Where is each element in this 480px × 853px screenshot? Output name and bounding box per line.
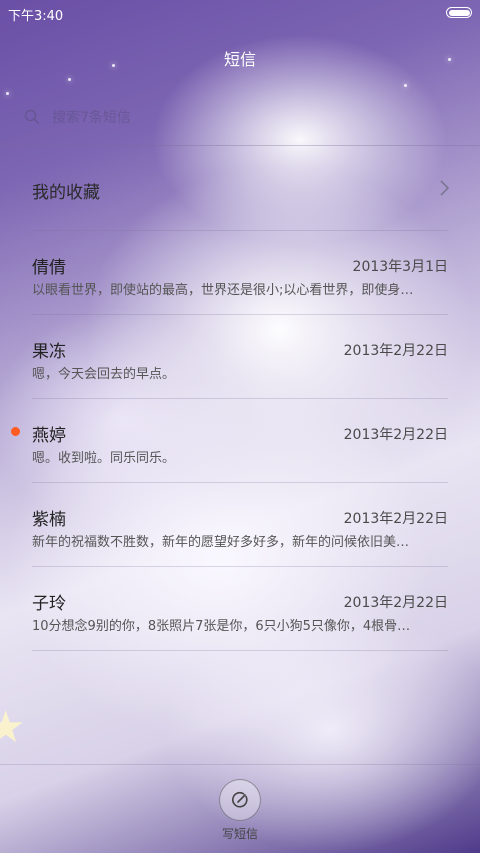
sparkle-decoration bbox=[404, 84, 407, 87]
sparkle-decoration bbox=[68, 78, 71, 81]
conversation-preview: 新年的祝福数不胜数，新年的愿望好多好多，新年的问候依旧美… bbox=[32, 535, 410, 550]
conversation-date: 2013年2月22日 bbox=[343, 511, 448, 527]
unread-indicator bbox=[11, 427, 20, 436]
bottom-divider bbox=[0, 764, 480, 765]
conversation-row[interactable]: 果冻 2013年2月22日 嗯，今天会回去的早点。 bbox=[0, 315, 480, 399]
search-bar[interactable] bbox=[22, 104, 458, 130]
favorites-label: 我的收藏 bbox=[32, 183, 100, 203]
compose-icon bbox=[232, 791, 248, 808]
star-decoration-icon: ★ bbox=[0, 702, 26, 753]
list-divider bbox=[32, 650, 448, 651]
conversation-name: 子玲 bbox=[32, 594, 66, 614]
compose-label: 写短信 bbox=[221, 827, 258, 841]
page-title: 短信 bbox=[223, 50, 256, 69]
conversation-preview: 以眼看世界，即使站的最高，世界还是很小;以心看世界，即使身… bbox=[32, 283, 414, 298]
conversation-row[interactable]: 倩倩 2013年3月1日 以眼看世界，即使站的最高，世界还是很小;以心看世界，即… bbox=[0, 231, 480, 315]
conversation-date: 2013年2月22日 bbox=[343, 427, 448, 443]
conversation-date: 2013年2月22日 bbox=[343, 343, 448, 359]
chevron-right-icon bbox=[440, 180, 450, 196]
compose-button[interactable] bbox=[219, 779, 261, 821]
sparkle-decoration bbox=[6, 92, 9, 95]
search-icon bbox=[24, 109, 40, 125]
status-time: 下午3:40 bbox=[8, 9, 64, 24]
battery-level bbox=[448, 9, 470, 16]
conversation-name: 倩倩 bbox=[32, 258, 66, 278]
sms-screen: ★ 下午3:40 短信 我的收藏 倩倩 2013年3月1日 以眼看世界，即使站的… bbox=[0, 0, 480, 853]
search-input[interactable] bbox=[50, 106, 434, 130]
conversation-name: 果冻 bbox=[32, 342, 66, 362]
favorites-row[interactable]: 我的收藏 bbox=[0, 146, 480, 230]
status-bar: 下午3:40 bbox=[0, 0, 480, 26]
conversation-row[interactable]: 燕婷 2013年2月22日 嗯。收到啦。同乐同乐。 bbox=[0, 399, 480, 483]
conversation-row[interactable]: 紫楠 2013年2月22日 新年的祝福数不胜数，新年的愿望好多好多，新年的问候依… bbox=[0, 483, 480, 567]
conversation-date: 2013年2月22日 bbox=[343, 595, 448, 611]
conversation-preview: 嗯，今天会回去的早点。 bbox=[32, 367, 176, 382]
conversation-preview: 嗯。收到啦。同乐同乐。 bbox=[32, 451, 176, 466]
conversation-date: 2013年3月1日 bbox=[352, 259, 448, 275]
conversation-name: 紫楠 bbox=[32, 510, 66, 530]
conversation-preview: 10分想念9别的你，8张照片7张是你，6只小狗5只像你，4根骨… bbox=[32, 619, 411, 634]
conversation-row[interactable]: 子玲 2013年2月22日 10分想念9别的你，8张照片7张是你，6只小狗5只像… bbox=[0, 567, 480, 651]
conversation-name: 燕婷 bbox=[32, 426, 66, 446]
battery-icon bbox=[446, 7, 472, 18]
